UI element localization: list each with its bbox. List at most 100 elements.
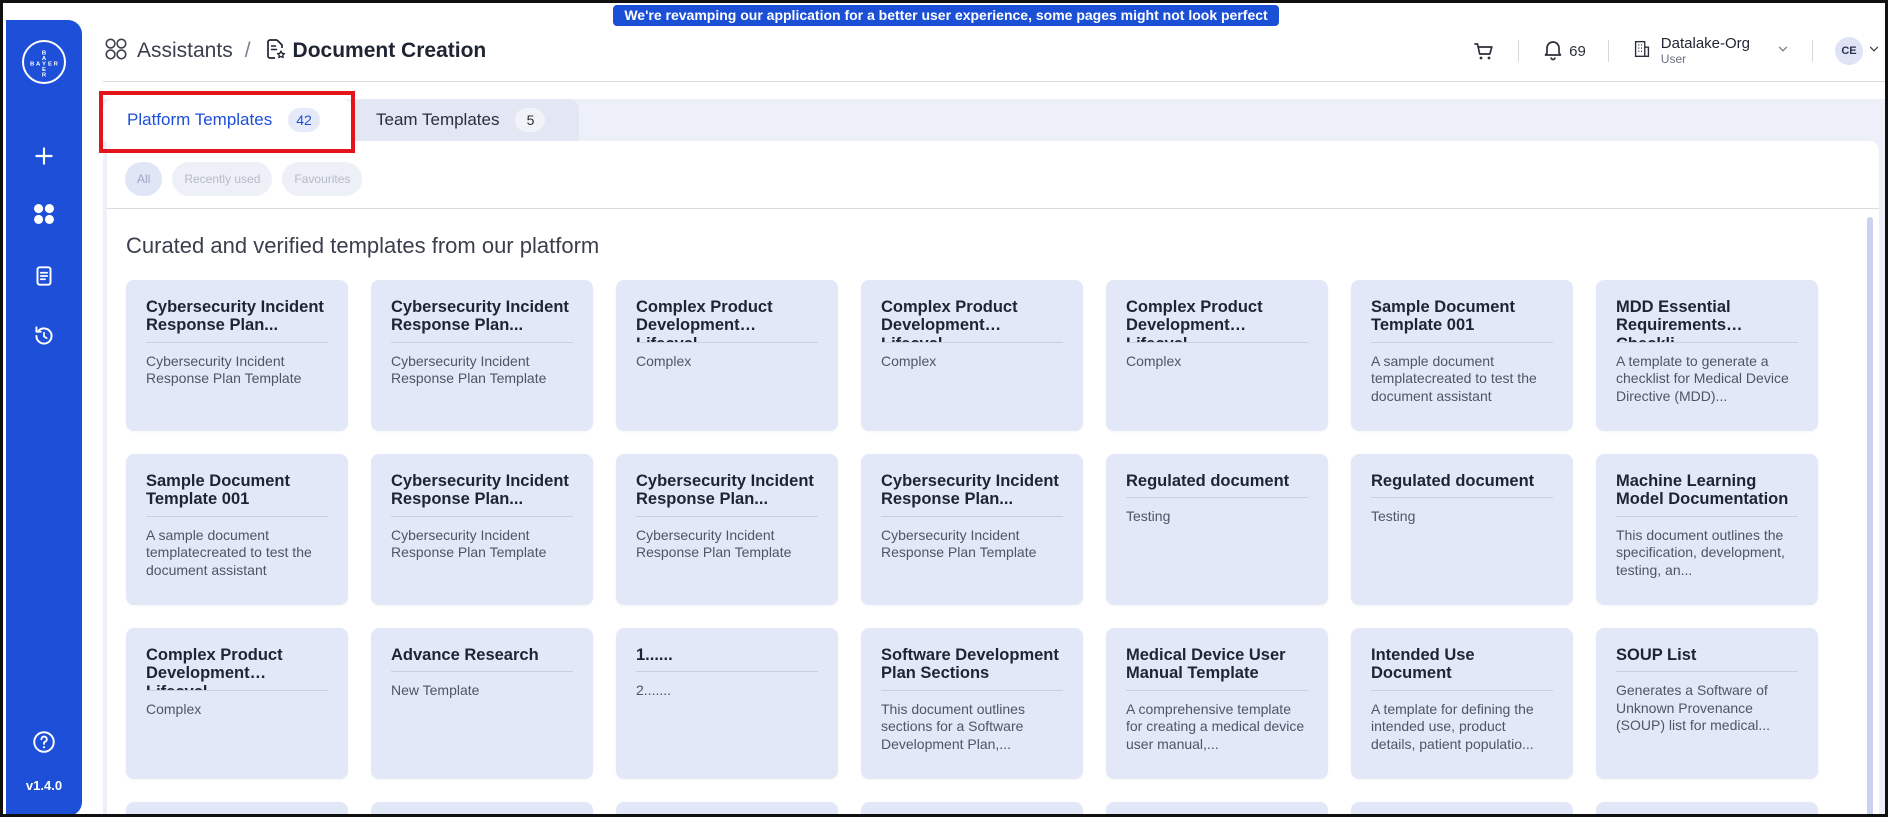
filter-favourites[interactable]: Favourites (282, 162, 363, 196)
template-card[interactable]: Sample Document Template 001 A sample doc… (1351, 280, 1573, 431)
template-card[interactable]: Complex Product Development Lifecycl... C… (1106, 280, 1328, 431)
card-title: Machine Learning Model Documentation (1616, 472, 1798, 517)
bayer-logo[interactable]: B A Y E R B A E R (22, 40, 66, 84)
template-card[interactable] (1106, 802, 1328, 814)
template-card[interactable]: Cybersecurity Incident Response Plan... C… (371, 280, 593, 431)
card-title: Software Development Plan Sections (881, 646, 1063, 691)
scrollbar[interactable] (1867, 217, 1873, 814)
app-version: v1.4.0 (25, 778, 63, 793)
template-card[interactable] (616, 802, 838, 814)
user-menu[interactable]: CE (1835, 37, 1881, 65)
filter-recently-used[interactable]: Recently used (172, 162, 273, 196)
template-card[interactable]: Machine Learning Model Documentation This… (1596, 454, 1818, 605)
card-description: 2....... (636, 682, 672, 699)
card-title: 1...... (636, 646, 818, 673)
notifications-button[interactable]: 69 (1541, 37, 1586, 66)
template-card[interactable]: Intended Use Document A template for defi… (1351, 628, 1573, 779)
template-card[interactable]: Sample Document Template 001 A sample doc… (126, 454, 348, 605)
template-card[interactable]: Complex Product Development Lifecycl... C… (126, 628, 348, 779)
card-title: Complex Product Development Lifecycl... (1126, 298, 1308, 343)
template-card[interactable]: Medical Device User Manual Template A com… (1106, 628, 1328, 779)
apps-grid-icon[interactable] (28, 198, 60, 230)
breadcrumb-separator: / (244, 39, 251, 62)
org-role: User (1660, 51, 1687, 66)
card-description: Generates a Software of Unknown Provenan… (1616, 682, 1771, 734)
document-icon[interactable] (28, 260, 60, 292)
card-title: Cybersecurity Incident Response Plan... (881, 472, 1063, 517)
card-description: Complex (881, 352, 937, 369)
template-card[interactable]: Cybersecurity Incident Response Plan... C… (371, 454, 593, 605)
plus-icon[interactable] (28, 140, 60, 172)
template-card[interactable]: Complex Product Development Lifecycl... C… (861, 280, 1083, 431)
card-title: SOUP List (1616, 646, 1798, 673)
org-switcher[interactable]: Datalake-Org User (1631, 36, 1790, 66)
card-description: Cybersecurity Incident Response Plan Tem… (636, 526, 792, 561)
header-actions: 69 Datalake-Org User CE (1472, 31, 1885, 71)
card-title: Intended Use Document (1371, 646, 1553, 691)
selection-highlight (99, 91, 355, 153)
template-card[interactable]: Regulated document Testing (1106, 454, 1328, 605)
announcement-banner: We're revamping our application for a be… (613, 5, 1279, 44)
header-divider (1812, 40, 1813, 62)
template-card[interactable] (126, 802, 348, 814)
card-description: Complex (636, 352, 692, 369)
breadcrumb-assistants[interactable]: Assistants (137, 39, 233, 63)
template-card[interactable]: MDD Essential Requirements Checkli... A t… (1596, 280, 1818, 431)
template-card[interactable] (371, 802, 593, 814)
card-description: Testing (1126, 508, 1171, 525)
history-icon[interactable] (28, 320, 60, 352)
card-description: A sample document templatecreated to tes… (1371, 352, 1537, 404)
org-name: Datalake-Org (1660, 35, 1750, 53)
template-card[interactable] (861, 802, 1083, 814)
template-card[interactable]: Cybersecurity Incident Response Plan... C… (616, 454, 838, 605)
template-card[interactable]: Cybersecurity Incident Response Plan... C… (126, 280, 348, 431)
template-card[interactable] (1351, 802, 1573, 814)
card-title: Cybersecurity Incident Response Plan... (636, 472, 818, 517)
app-window: We're revamping our application for a be… (0, 0, 1888, 817)
template-card[interactable]: Cybersecurity Incident Response Plan... C… (861, 454, 1083, 605)
card-title: MDD Essential Requirements Checkli... (1616, 298, 1798, 343)
template-card[interactable]: Complex Product Development Lifecycl... C… (616, 280, 838, 431)
tab-team-templates[interactable]: Team Templates 5 (352, 99, 579, 141)
template-card[interactable]: 1...... 2....... (616, 628, 838, 779)
card-description: A sample document templatecreated to tes… (146, 526, 312, 578)
card-title: Cybersecurity Incident Response Plan... (146, 298, 328, 343)
header-divider (1607, 40, 1609, 62)
card-description: This document outlines sections for a So… (881, 700, 1025, 752)
template-card[interactable]: SOUP List Generates a Software of Unknown… (1596, 628, 1818, 779)
header-divider-line (103, 81, 1885, 82)
card-title: Regulated document (1371, 472, 1553, 499)
svg-text:E: E (48, 62, 52, 68)
card-description: Complex (1126, 352, 1182, 369)
card-title: Cybersecurity Incident Response Plan... (391, 298, 573, 343)
section-title: Curated and verified templates from our … (126, 233, 600, 258)
template-card[interactable]: Regulated document Testing (1351, 454, 1573, 605)
filter-all[interactable]: All (125, 162, 163, 196)
template-card[interactable]: Advance Research New Template (371, 628, 593, 779)
card-description: This document outlines the specification… (1616, 526, 1785, 578)
templates-panel: All Recently used Favourites Curated and… (107, 141, 1879, 814)
top-header: Assistants / Document Creation 69 Datala… (103, 31, 1885, 71)
assistants-icon (103, 36, 129, 67)
template-card[interactable] (1596, 802, 1818, 814)
card-title: Cybersecurity Incident Response Plan... (391, 472, 573, 517)
card-description: New Template (391, 682, 480, 699)
cart-icon[interactable] (1472, 39, 1496, 63)
help-icon[interactable] (28, 726, 60, 758)
card-description: Cybersecurity Incident Response Plan Tem… (881, 526, 1037, 561)
svg-text:R: R (54, 62, 59, 68)
template-card[interactable]: Software Development Plan Sections This d… (861, 628, 1083, 779)
svg-text:B: B (30, 62, 34, 68)
card-title: Medical Device User Manual Template (1126, 646, 1308, 691)
header-divider (1518, 40, 1520, 62)
page-title: Document Creation (292, 39, 487, 62)
card-description: A template to generate a checklist for M… (1616, 352, 1789, 404)
card-description: Complex (146, 700, 202, 717)
building-icon (1631, 38, 1653, 65)
card-description: Cybersecurity Incident Response Plan Tem… (391, 526, 547, 561)
card-title: Advance Research (391, 646, 573, 673)
avatar: CE (1835, 37, 1863, 65)
card-title: Complex Product Development Lifecycl... (636, 298, 818, 343)
card-description: A template for defining the intended use… (1371, 700, 1534, 752)
card-title: Sample Document Template 001 (1371, 298, 1553, 343)
